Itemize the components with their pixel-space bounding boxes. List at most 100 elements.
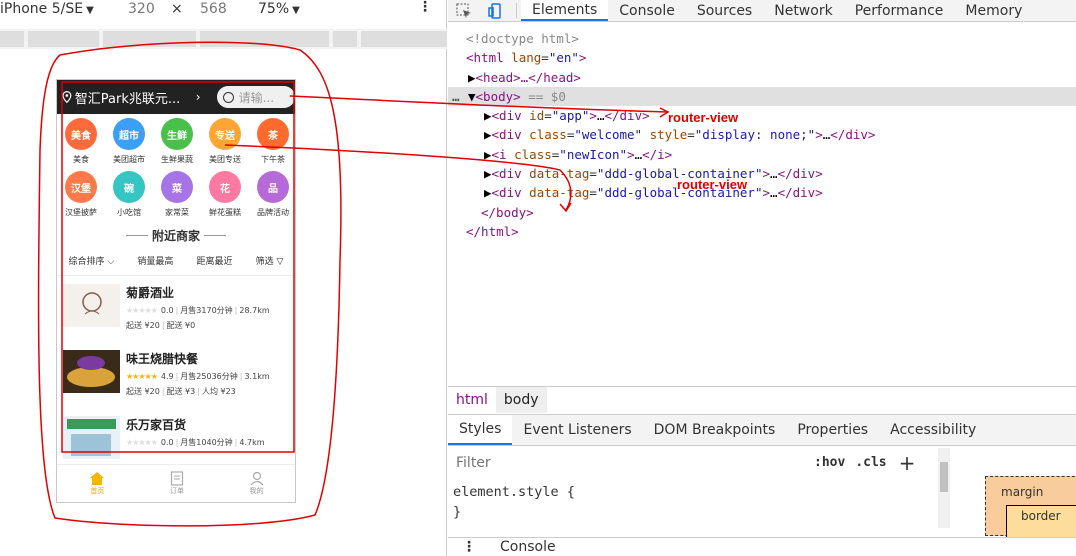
dom-node-ddd-container-1[interactable]: ▶<div data-tag="ddd-global-container">…<… xyxy=(448,164,1076,183)
ruler-segment[interactable] xyxy=(333,31,357,47)
expand-arrow-icon[interactable]: ▶ xyxy=(484,127,492,142)
tab-properties[interactable]: Properties xyxy=(786,415,879,445)
category-icon: 菜 xyxy=(161,171,193,203)
expand-arrow-icon[interactable]: ▶ xyxy=(484,185,492,200)
styles-filter-input[interactable] xyxy=(452,450,802,475)
new-rule-icon[interactable]: + xyxy=(899,451,916,475)
styles-scrollbar[interactable] xyxy=(938,448,950,528)
attr-name: id xyxy=(529,108,545,124)
tab-orders[interactable]: 订单 xyxy=(170,471,184,496)
dom-node-div-app[interactable]: ▶<div id="app">…</div> xyxy=(448,106,1076,125)
category-item[interactable]: 生鲜 生鲜果蔬 xyxy=(153,118,201,165)
tab-elements[interactable]: Elements xyxy=(521,0,609,21)
tab-dom-breakpoints[interactable]: DOM Breakpoints xyxy=(643,415,787,445)
attr-name: lang xyxy=(511,50,542,66)
sort-sales[interactable]: 销量最高 xyxy=(137,254,173,267)
height-input[interactable]: 568 xyxy=(200,1,227,17)
separator: | xyxy=(197,387,200,396)
search-icon xyxy=(222,91,234,103)
tab-styles[interactable]: Styles xyxy=(448,415,513,445)
search-box[interactable]: 请输... xyxy=(216,86,295,108)
dom-node-doctype[interactable]: <!doctype html> xyxy=(448,29,1076,48)
scrollbar-thumb[interactable] xyxy=(940,462,948,492)
console-drawer-label[interactable]: Console xyxy=(500,539,556,555)
category-icon: 花 xyxy=(209,171,241,203)
dom-node-body-close[interactable]: </body> xyxy=(448,203,1076,222)
tab-network[interactable]: Network xyxy=(763,0,843,21)
dom-node-i-newicon[interactable]: ▶<i class="newIcon">…</i> xyxy=(448,145,1076,164)
shop-list: 菊爵酒业 ★★★★★ 0.0 | 月售31 70分钟 | 28.7km 起送 ¥20 | 配送 ¥… xyxy=(57,276,295,474)
separator: | xyxy=(175,372,179,381)
category-item[interactable]: 汉堡 汉堡披萨 xyxy=(57,171,105,218)
category-item[interactable]: 超市 美团超市 xyxy=(105,118,153,165)
ruler-segment[interactable] xyxy=(360,31,447,47)
location-text[interactable]: 智汇Park兆联元... xyxy=(75,88,191,107)
cls-toggle[interactable]: .cls xyxy=(855,455,886,470)
rating-stars: ★★★★★ xyxy=(126,372,158,381)
inspect-element-icon[interactable] xyxy=(448,0,480,21)
hov-toggle[interactable]: :hov xyxy=(814,455,845,470)
ruler-segment[interactable] xyxy=(200,31,330,47)
chevron-right-icon[interactable]: › xyxy=(196,90,201,104)
dom-node-ddd-container-2[interactable]: ▶<div data-tag="ddd-global-container">…<… xyxy=(448,183,1076,202)
ruler-segment[interactable] xyxy=(27,31,100,47)
category-item[interactable]: 菜家常菜 xyxy=(153,171,201,218)
category-item[interactable]: 茶下午茶 xyxy=(249,118,295,165)
more-options-icon[interactable]: ⋮ xyxy=(418,0,432,15)
category-item[interactable]: 品品牌活动 xyxy=(249,171,295,218)
doctype-text: <!doctype html> xyxy=(466,31,579,46)
expand-arrow-icon[interactable]: ▶ xyxy=(468,70,476,85)
collapse-arrow-icon[interactable]: ▼ xyxy=(468,89,476,104)
category-item[interactable]: 美食 美食 xyxy=(57,118,105,165)
tab-sources[interactable]: Sources xyxy=(686,0,763,21)
category-label: 美食 xyxy=(73,155,89,164)
element-style-rule[interactable]: element.style { } xyxy=(453,482,575,522)
dom-node-body[interactable]: … ▼<body> == $0 xyxy=(448,86,1076,107)
rating-value: 0.0 xyxy=(160,306,174,315)
breadcrumb-body[interactable]: body xyxy=(495,386,547,413)
shop-name: 乐万家百货 xyxy=(126,418,187,432)
nearby-title: 附近商家 xyxy=(151,229,200,243)
shop-item[interactable]: 味王烧腊快餐 ★★★★★ 4.9 | 月售250 36分钟 | 3.1km 起送 ¥20 | 配送… xyxy=(57,342,295,408)
shop-item[interactable]: 菊爵酒业 ★★★★★ 0.0 | 月售31 70分钟 | 28.7km 起送 ¥20 | 配送 ¥… xyxy=(57,276,295,342)
dom-tree: <!doctype html> <html lang="en"> ▶<head>… xyxy=(448,29,1076,241)
tab-profile[interactable]: 我的 xyxy=(249,471,265,496)
expand-arrow-icon[interactable]: ▶ xyxy=(484,108,492,123)
dom-node-html-close[interactable]: </html> xyxy=(448,222,1076,241)
attr-name: class xyxy=(514,146,552,162)
caret-down-icon: ▼ xyxy=(292,5,300,16)
dom-node-head[interactable]: ▶<head>…</head> xyxy=(448,68,1076,87)
category-item[interactable]: 碗小吃馆 xyxy=(105,171,153,218)
drawer-menu-icon[interactable]: ⋮ xyxy=(462,539,476,555)
ruler-segment[interactable] xyxy=(0,31,24,47)
tab-performance[interactable]: Performance xyxy=(844,0,955,21)
tab-event-listeners[interactable]: Event Listeners xyxy=(512,415,642,445)
category-item[interactable]: 花鲜花蛋糕 xyxy=(201,171,249,218)
sort-distance[interactable]: 距离最近 xyxy=(197,254,233,267)
dom-node-html[interactable]: <html lang="en"> xyxy=(448,48,1076,67)
tab-console[interactable]: Console xyxy=(608,0,686,21)
separator: | xyxy=(175,438,179,447)
category-icon: 美食 xyxy=(65,118,97,150)
breadcrumb-html[interactable]: html xyxy=(448,387,496,413)
width-input[interactable]: 320 xyxy=(128,1,155,17)
device-toolbar-icon[interactable] xyxy=(480,0,512,21)
device-select[interactable]: iPhone 5/SE ▼ xyxy=(0,1,94,17)
sort-comprehensive[interactable]: 综合排序 ⌵ xyxy=(69,254,115,267)
tab-home[interactable]: 首页 xyxy=(89,471,105,496)
zoom-select[interactable]: 75% ▼ xyxy=(258,1,300,17)
ruler-segment[interactable] xyxy=(103,31,197,47)
category-label: 美团超市 xyxy=(113,155,145,164)
dom-node-div-welcome[interactable]: ▶<div class="welcome" style="display: no… xyxy=(448,125,1076,144)
category-item[interactable]: 专送 美团专送 xyxy=(201,118,249,165)
tab-memory[interactable]: Memory xyxy=(954,0,1033,21)
sort-filter[interactable]: 筛选 ▽ xyxy=(256,254,284,267)
expand-arrow-icon[interactable]: ▶ xyxy=(484,147,492,162)
caret-down-icon: ▼ xyxy=(86,5,94,16)
tab-accessibility[interactable]: Accessibility xyxy=(879,415,987,445)
more-dots-icon[interactable]: … xyxy=(452,87,460,106)
delivery-fee: 配送 ¥0 xyxy=(166,321,196,330)
rating-stars: ★★★★★ xyxy=(126,438,158,447)
expand-arrow-icon[interactable]: ▶ xyxy=(484,166,492,181)
attr-value: "ddd-global-container" xyxy=(596,166,763,182)
